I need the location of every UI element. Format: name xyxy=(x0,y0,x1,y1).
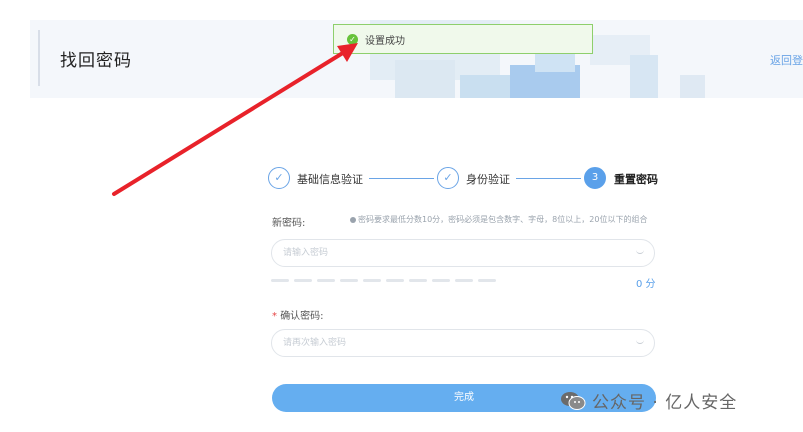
annotation-arrow xyxy=(112,43,358,196)
